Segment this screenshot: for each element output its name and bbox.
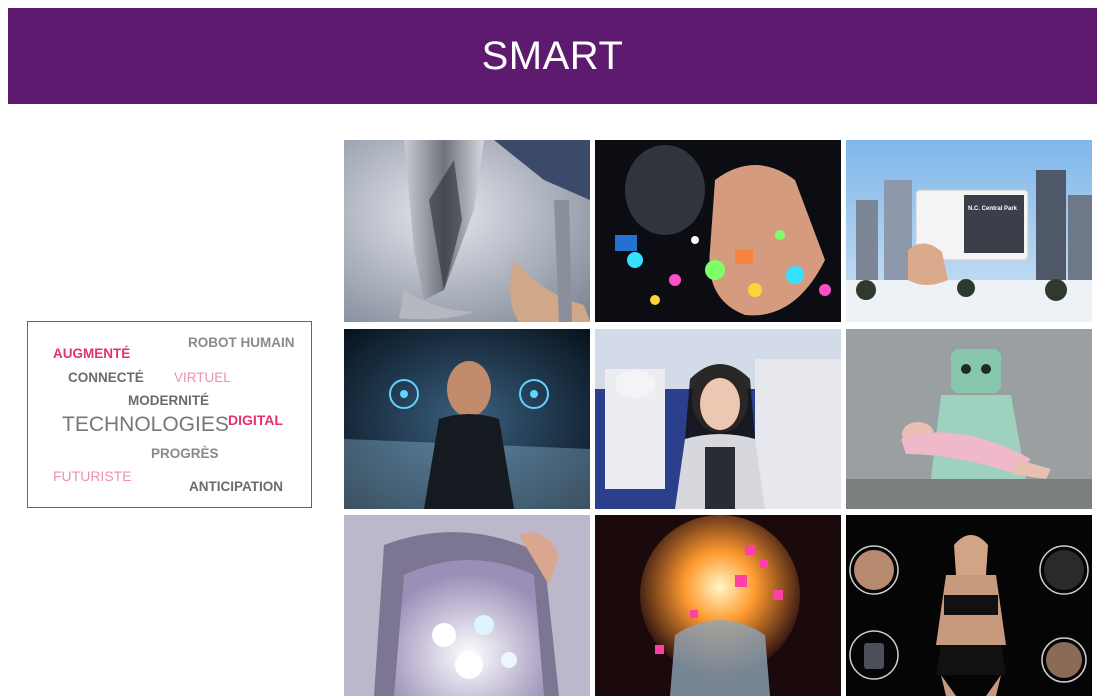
humanoid-robots-photo bbox=[595, 329, 841, 509]
word-connecte: CONNECTÉ bbox=[68, 370, 144, 385]
gesture-interface-photo bbox=[344, 329, 590, 509]
title-banner: SMART bbox=[8, 8, 1097, 104]
word-augmente: AUGMENTÉ bbox=[53, 346, 131, 361]
word-robot-humain: ROBOT HUMAIN bbox=[188, 335, 295, 350]
word-cloud: ROBOT HUMAIN AUGMENTÉ CONNECTÉ VIRTUEL M… bbox=[27, 321, 312, 508]
svg-text:N.C. Central Park: N.C. Central Park bbox=[968, 206, 1018, 212]
word-progres: PROGRÈS bbox=[151, 446, 219, 461]
prosthetic-leg-photo bbox=[344, 140, 590, 322]
word-futuriste: FUTURISTE bbox=[53, 468, 132, 484]
word-modernite: MODERNITÉ bbox=[128, 393, 209, 408]
page-title: SMART bbox=[481, 33, 624, 78]
wearable-sensors-photo bbox=[846, 515, 1092, 696]
holographic-hand-photo bbox=[595, 140, 841, 322]
word-virtuel: VIRTUEL bbox=[174, 370, 231, 385]
led-dress-photo bbox=[344, 515, 590, 696]
digital-head-photo bbox=[595, 515, 841, 696]
care-robot-photo bbox=[846, 329, 1092, 509]
word-technologies: TECHNOLOGIES bbox=[62, 413, 229, 436]
ar-card-central-park-photo: N.C. Central Park bbox=[846, 140, 1092, 322]
word-digital: DIGITAL bbox=[228, 412, 283, 428]
word-anticipation: ANTICIPATION bbox=[189, 479, 283, 494]
